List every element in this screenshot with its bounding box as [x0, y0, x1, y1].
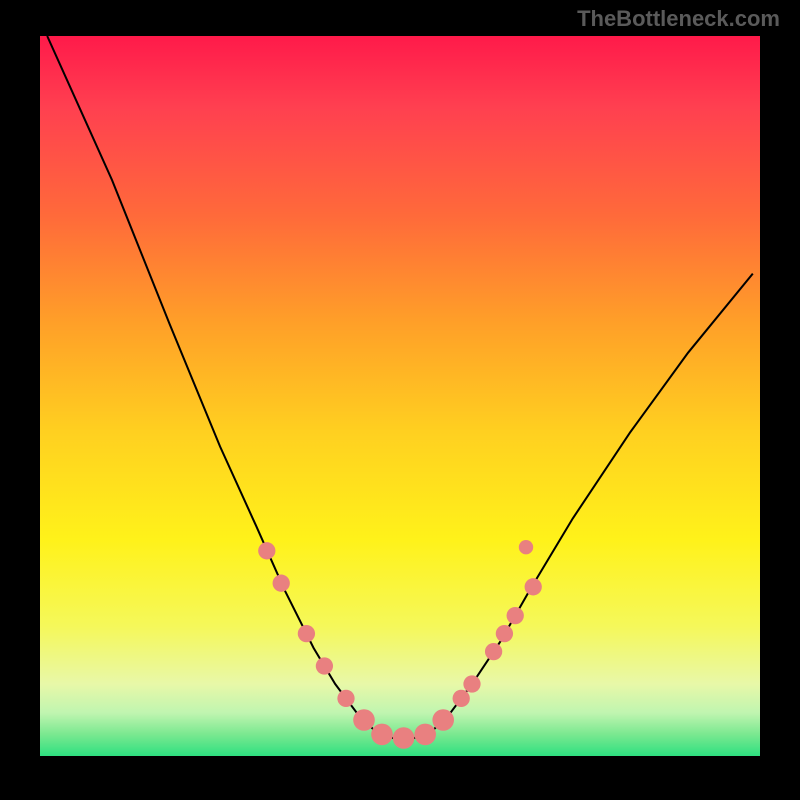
- curve-marker: [353, 709, 375, 731]
- curve-marker: [371, 724, 393, 746]
- curve-marker: [463, 675, 480, 692]
- curve-marker: [453, 690, 470, 707]
- curve-marker: [507, 607, 524, 624]
- curve-marker: [316, 657, 333, 674]
- watermark-text: TheBottleneck.com: [577, 6, 780, 32]
- curve-marker: [273, 575, 290, 592]
- chart-plot-area: [40, 36, 760, 756]
- curve-marker: [525, 578, 542, 595]
- curve-marker: [258, 542, 275, 559]
- curve-marker: [414, 724, 436, 746]
- curve-marker: [432, 709, 454, 731]
- curve-marker: [393, 727, 415, 749]
- curve-marker: [337, 690, 354, 707]
- curve-marker: [298, 625, 315, 642]
- chart-svg: [40, 36, 760, 756]
- curve-marker: [496, 625, 513, 642]
- curve-marker: [519, 540, 533, 554]
- bottleneck-curve: [47, 36, 753, 738]
- curve-marker: [485, 643, 502, 660]
